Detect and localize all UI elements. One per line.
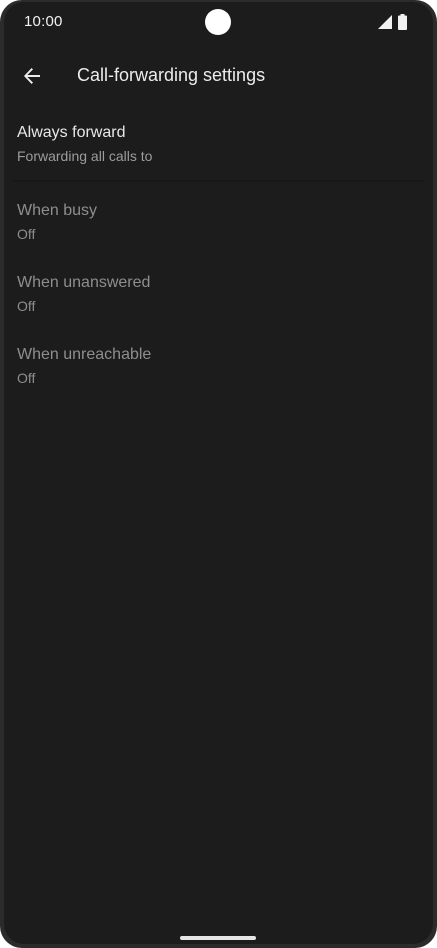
when-unreachable-item: When unreachable Off bbox=[4, 332, 433, 404]
screen: 10:00 Call-forwarding settings Always fo… bbox=[4, 2, 433, 944]
item-summary: Off bbox=[17, 226, 36, 242]
item-title: When unanswered bbox=[17, 274, 151, 291]
item-title: When unreachable bbox=[17, 346, 152, 363]
battery-icon bbox=[398, 14, 407, 30]
divider bbox=[12, 180, 425, 182]
item-summary: Off bbox=[17, 370, 36, 386]
camera-cutout bbox=[205, 9, 231, 35]
page-title: Call-forwarding settings bbox=[77, 65, 266, 85]
settings-list: Always forward Forwarding all calls to W… bbox=[4, 110, 433, 404]
status-time: 10:00 bbox=[24, 13, 63, 30]
item-summary: Forwarding all calls to bbox=[17, 148, 153, 164]
always-forward-item[interactable]: Always forward Forwarding all calls to bbox=[4, 110, 433, 182]
item-title: Always forward bbox=[17, 124, 126, 141]
app-bar: Call-forwarding settings bbox=[4, 48, 433, 104]
status-bar: 10:00 bbox=[4, 2, 433, 42]
when-busy-item: When busy Off bbox=[4, 188, 433, 260]
when-unanswered-item: When unanswered Off bbox=[4, 260, 433, 332]
cell-signal-icon bbox=[378, 15, 392, 29]
back-button[interactable] bbox=[12, 56, 52, 96]
device-frame: 10:00 Call-forwarding settings Always fo… bbox=[0, 0, 437, 948]
gesture-nav-handle[interactable] bbox=[180, 936, 256, 940]
arrow-back-icon bbox=[24, 68, 40, 84]
item-summary: Off bbox=[17, 298, 36, 314]
item-title: When busy bbox=[17, 202, 98, 219]
